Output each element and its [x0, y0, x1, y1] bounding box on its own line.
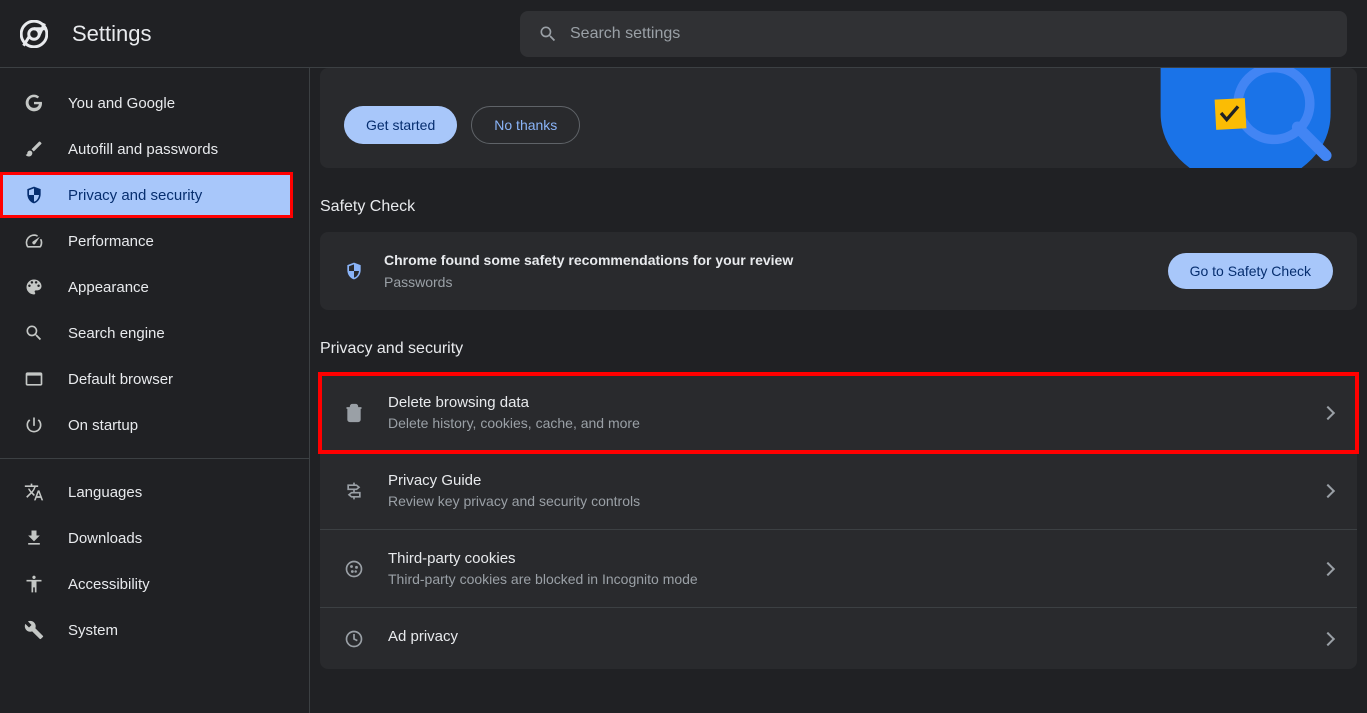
speedometer-icon [24, 231, 44, 251]
row-title: Ad privacy [388, 628, 1299, 645]
row-delete-browsing-data[interactable]: Delete browsing data Delete history, coo… [320, 374, 1357, 452]
page-title: Settings [72, 21, 152, 47]
chevron-right-icon [1321, 483, 1335, 497]
sidebar-item-label: You and Google [68, 95, 175, 112]
chrome-logo-icon [20, 20, 48, 48]
shield-icon [344, 261, 364, 281]
chevron-right-icon [1321, 631, 1335, 645]
sidebar-item-label: Autofill and passwords [68, 141, 218, 158]
get-started-button[interactable]: Get started [344, 106, 457, 144]
sidebar-item-search-engine[interactable]: Search engine [0, 310, 297, 356]
sidebar-item-downloads[interactable]: Downloads [0, 515, 297, 561]
shield-illustration [1107, 68, 1337, 168]
privacy-security-heading: Privacy and security [320, 340, 1357, 358]
download-icon [24, 528, 44, 548]
accessibility-icon [24, 574, 44, 594]
sidebar-item-label: Accessibility [68, 576, 150, 593]
signpost-icon [344, 481, 364, 501]
safety-check-heading: Safety Check [320, 198, 1357, 216]
translate-icon [24, 482, 44, 502]
search-container[interactable] [520, 11, 1347, 57]
row-ad-privacy[interactable]: Ad privacy [320, 608, 1357, 669]
sidebar-item-label: System [68, 622, 118, 639]
sidebar-item-you-and-google[interactable]: You and Google [0, 80, 297, 126]
sidebar-item-languages[interactable]: Languages [0, 469, 297, 515]
row-subtitle: Review key privacy and security controls [388, 493, 1299, 509]
safety-title: Chrome found some safety recommendations… [384, 252, 1148, 268]
sidebar-item-label: Default browser [68, 371, 173, 388]
sidebar-item-label: Downloads [68, 530, 142, 547]
search-input[interactable] [570, 25, 1329, 43]
row-title: Delete browsing data [388, 394, 1299, 411]
palette-icon [24, 277, 44, 297]
sidebar-item-on-startup[interactable]: On startup [0, 402, 297, 448]
sidebar-item-label: Languages [68, 484, 142, 501]
safety-check-card: Chrome found some safety recommendations… [320, 232, 1357, 310]
chevron-right-icon [1321, 561, 1335, 575]
wrench-icon [24, 620, 44, 640]
row-privacy-guide[interactable]: Privacy Guide Review key privacy and sec… [320, 452, 1357, 530]
sidebar-item-accessibility[interactable]: Accessibility [0, 561, 297, 607]
sidebar-item-performance[interactable]: Performance [0, 218, 297, 264]
browser-icon [24, 369, 44, 389]
go-to-safety-check-button[interactable]: Go to Safety Check [1168, 253, 1333, 289]
trash-icon [344, 403, 364, 423]
chevron-right-icon [1321, 405, 1335, 419]
sidebar-item-label: On startup [68, 417, 138, 434]
google-g-icon [24, 93, 44, 113]
sidebar-item-system[interactable]: System [0, 607, 297, 653]
key-icon [24, 139, 44, 159]
divider [0, 458, 309, 459]
sidebar-item-appearance[interactable]: Appearance [0, 264, 297, 310]
sidebar-item-autofill[interactable]: Autofill and passwords [0, 126, 297, 172]
row-subtitle: Delete history, cookies, cache, and more [388, 415, 1299, 431]
sidebar-item-privacy-security[interactable]: Privacy and security [0, 172, 293, 218]
sidebar: You and Google Autofill and passwords Pr… [0, 68, 310, 713]
row-third-party-cookies[interactable]: Third-party cookies Third-party cookies … [320, 530, 1357, 608]
search-icon [24, 323, 44, 343]
sidebar-item-label: Search engine [68, 325, 165, 342]
row-subtitle: Third-party cookies are blocked in Incog… [388, 571, 1299, 587]
power-icon [24, 415, 44, 435]
row-title: Privacy Guide [388, 472, 1299, 489]
shield-icon [24, 185, 44, 205]
sidebar-item-default-browser[interactable]: Default browser [0, 356, 297, 402]
ad-icon [344, 629, 364, 649]
promo-card: Get started No thanks [320, 68, 1357, 168]
sidebar-item-label: Privacy and security [68, 187, 202, 204]
no-thanks-button[interactable]: No thanks [471, 106, 580, 144]
search-icon [538, 24, 558, 44]
row-title: Third-party cookies [388, 550, 1299, 567]
sidebar-item-label: Appearance [68, 279, 149, 296]
safety-subtitle: Passwords [384, 274, 1148, 290]
privacy-list: Delete browsing data Delete history, coo… [320, 374, 1357, 669]
sidebar-item-label: Performance [68, 233, 154, 250]
cookie-icon [344, 559, 364, 579]
